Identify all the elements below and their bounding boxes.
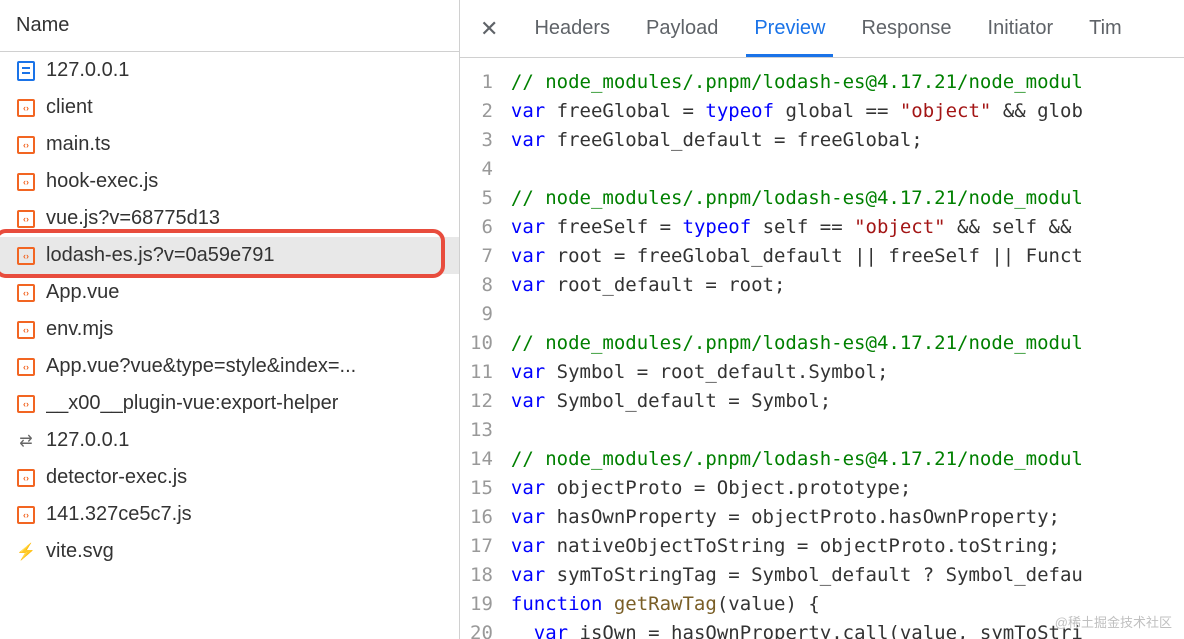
file-name: env.mjs [46,318,113,341]
file-name: App.vue [46,281,119,304]
vite-icon: ⚡ [16,542,36,562]
file-item[interactable]: ‹› env.mjs [0,311,459,348]
line-numbers: 1234567891011121314151617181920 [460,58,511,639]
name-column-header: Name [0,0,459,52]
file-item[interactable]: ‹› App.vue [0,274,459,311]
tab-preview[interactable]: Preview [736,1,843,56]
script-icon: ‹› [16,98,36,118]
close-icon[interactable]: ✕ [470,10,508,48]
script-icon: ‹› [16,357,36,377]
file-name: vite.svg [46,540,114,563]
file-name: 127.0.0.1 [46,59,129,82]
script-icon: ‹› [16,394,36,414]
file-name: 127.0.0.1 [46,429,129,452]
file-name: 141.327ce5c7.js [46,503,192,526]
file-item[interactable]: ‹› client [0,89,459,126]
file-list: 127.0.0.1 ‹› client ‹› main.ts ‹› hook-exec.js… [0,52,459,639]
code-viewer: 1234567891011121314151617181920 // node_… [460,58,1184,639]
script-icon: ‹› [16,135,36,155]
file-list-panel: Name 127.0.0.1 ‹› client ‹› main.ts ‹› hook-ex… [0,0,460,639]
script-icon: ‹› [16,172,36,192]
file-item[interactable]: ⚡ vite.svg [0,533,459,570]
script-icon: ‹› [16,468,36,488]
tab-response[interactable]: Response [843,1,969,56]
watermark: @稀土掘金技术社区 [1055,612,1172,631]
script-icon: ‹› [16,246,36,266]
details-panel: ✕ HeadersPayloadPreviewResponseInitiator… [460,0,1184,639]
script-icon: ‹› [16,320,36,340]
code-content: // node_modules/.pnpm/lodash-es@4.17.21/… [511,58,1184,639]
file-name: client [46,96,93,119]
document-icon [16,61,36,81]
tab-payload[interactable]: Payload [628,1,736,56]
file-item[interactable]: ‹› vue.js?v=68775d13 [0,200,459,237]
file-item[interactable]: ‹› main.ts [0,126,459,163]
file-item[interactable]: ⇄ 127.0.0.1 [0,422,459,459]
file-name: detector-exec.js [46,466,187,489]
tab-initiator[interactable]: Initiator [970,1,1072,56]
file-item[interactable]: ‹› detector-exec.js [0,459,459,496]
script-icon: ‹› [16,283,36,303]
script-icon: ‹› [16,505,36,525]
tab-tim[interactable]: Tim [1071,1,1140,56]
tab-headers[interactable]: Headers [516,1,628,56]
file-name: main.ts [46,133,110,156]
file-item[interactable]: 127.0.0.1 [0,52,459,89]
websocket-icon: ⇄ [16,431,36,451]
file-item[interactable]: ‹› hook-exec.js [0,163,459,200]
file-name: hook-exec.js [46,170,158,193]
file-name: App.vue?vue&type=style&index=... [46,355,356,378]
script-icon: ‹› [16,209,36,229]
tabs-header: ✕ HeadersPayloadPreviewResponseInitiator… [460,0,1184,58]
file-item[interactable]: ‹› App.vue?vue&type=style&index=... [0,348,459,385]
file-item[interactable]: ‹› __x00__plugin-vue:export-helper [0,385,459,422]
file-name: lodash-es.js?v=0a59e791 [46,244,275,267]
file-name: __x00__plugin-vue:export-helper [46,392,338,415]
file-item[interactable]: ‹› 141.327ce5c7.js [0,496,459,533]
file-name: vue.js?v=68775d13 [46,207,220,230]
file-item[interactable]: ‹› lodash-es.js?v=0a59e791 [0,237,459,274]
